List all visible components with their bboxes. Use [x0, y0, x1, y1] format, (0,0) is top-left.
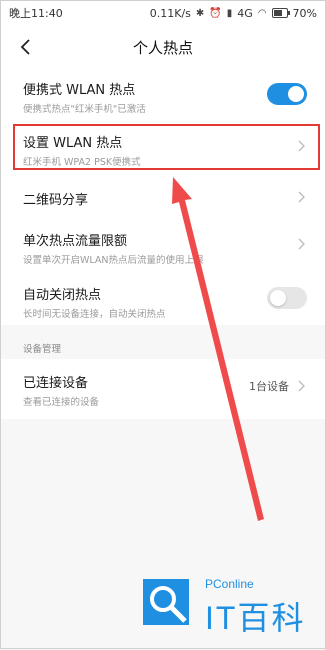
arrow-shape [172, 177, 264, 521]
watermark-brand: PConline [205, 577, 254, 591]
magnifier-logo-icon [143, 579, 189, 625]
watermark-name: IT百科 [205, 600, 306, 636]
annotation-arrow [172, 177, 264, 521]
pconline-watermark: PConline IT百科 [141, 571, 325, 641]
